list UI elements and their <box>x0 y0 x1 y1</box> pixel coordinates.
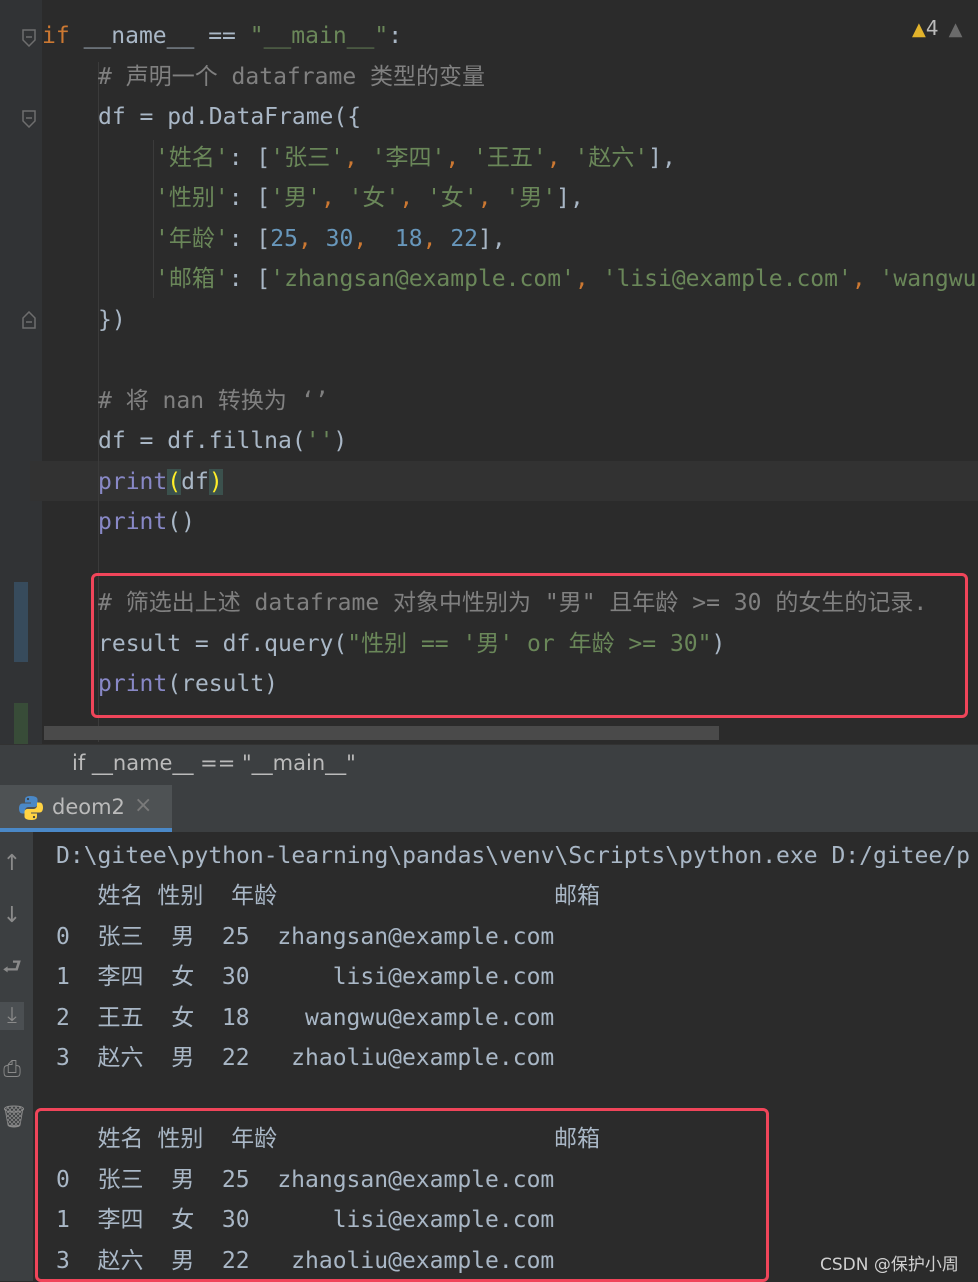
code-line-1: if __name__ == "__main__": <box>42 23 403 49</box>
code-line-10: # 将 nan 转换为 ‘’ <box>98 388 329 414</box>
code-line-7: '邮箱': ['zhangsan@example.com', 'lisi@exa… <box>155 266 977 292</box>
indent-guide <box>153 140 154 298</box>
vcs-change-marker[interactable] <box>14 703 28 744</box>
run-tab-deom2[interactable]: deom2 × <box>0 785 172 832</box>
fold-end-marker-icon[interactable] <box>21 311 37 329</box>
breadcrumb[interactable]: if __name__ == "__main__" <box>0 744 978 786</box>
console-toolbar: ↑ ↓ ⮐ ⤓ ⎙ 🗑 <box>0 832 33 1281</box>
code-line-4: '姓名': ['张三', '李四', '王五', '赵六'], <box>155 145 676 171</box>
arrow-down-icon[interactable]: ↓ <box>0 902 24 930</box>
console-table1-row: 3 赵六 男 22 zhaoliu@example.com <box>56 1045 555 1071</box>
console-table1-header: 姓名 性别 年龄 邮箱 <box>56 883 601 909</box>
scroll-to-end-icon[interactable]: ⤓ <box>0 1002 24 1030</box>
fold-marker-icon[interactable] <box>21 110 37 128</box>
console-command-line: D:\gitee\python-learning\pandas\venv\Scr… <box>56 843 970 869</box>
code-line-13: print() <box>98 509 195 535</box>
inspection-widget[interactable]: ▲4 ▲ <box>912 16 962 40</box>
code-line-11: df = df.fillna('') <box>98 428 348 454</box>
watermark: CSDN @保护小周 <box>820 1255 959 1275</box>
code-text[interactable]: if __name__ == "__main__": # 声明一个 datafr… <box>42 0 976 697</box>
run-tool-window-tabs: deom2 × <box>0 785 978 832</box>
code-line-3: df = pd.DataFrame({ <box>98 104 362 130</box>
code-editor[interactable]: ▲4 ▲ if __name__ == "__main__": # 声明一个 da… <box>0 0 978 744</box>
breadcrumb-item[interactable]: if __name__ == "__main__" <box>72 751 356 775</box>
arrow-up-icon[interactable]: ↑ <box>0 850 24 878</box>
run-tab-label: deom2 <box>52 795 125 819</box>
vcs-change-marker[interactable] <box>14 582 28 662</box>
annotation-highlight-box <box>91 573 968 718</box>
warning-count: 4 <box>925 16 939 40</box>
soft-wrap-icon[interactable]: ⮐ <box>0 954 24 982</box>
code-line-2: # 声明一个 dataframe 类型的变量 <box>98 64 486 90</box>
weak-warning-icon: ▲ <box>948 19 963 40</box>
console-table1-row: 2 王五 女 18 wangwu@example.com <box>56 1005 555 1031</box>
warning-icon: ▲ <box>912 19 926 40</box>
code-line-5: '性别': ['男', '女', '女', '男'], <box>155 185 584 211</box>
console-table1-row: 0 张三 男 25 zhangsan@example.com <box>56 924 555 950</box>
close-icon[interactable]: × <box>134 793 152 818</box>
code-line-12: print(df) <box>98 469 223 495</box>
editor-gutter <box>0 0 42 744</box>
code-line-6: '年龄': [25, 30, 18, 22], <box>155 226 506 252</box>
code-line-8: }) <box>98 307 126 333</box>
annotation-highlight-box <box>35 1108 769 1282</box>
console-table1-row: 1 李四 女 30 lisi@example.com <box>56 964 555 990</box>
fold-marker-icon[interactable] <box>21 29 37 47</box>
python-icon <box>19 796 43 820</box>
horizontal-scrollbar[interactable] <box>44 726 719 740</box>
trash-icon[interactable]: 🗑 <box>0 1104 28 1132</box>
print-icon[interactable]: ⎙ <box>0 1056 24 1084</box>
run-console[interactable]: ↑ ↓ ⮐ ⤓ ⎙ 🗑 D:\gitee\python-learning\pan… <box>0 832 978 1282</box>
